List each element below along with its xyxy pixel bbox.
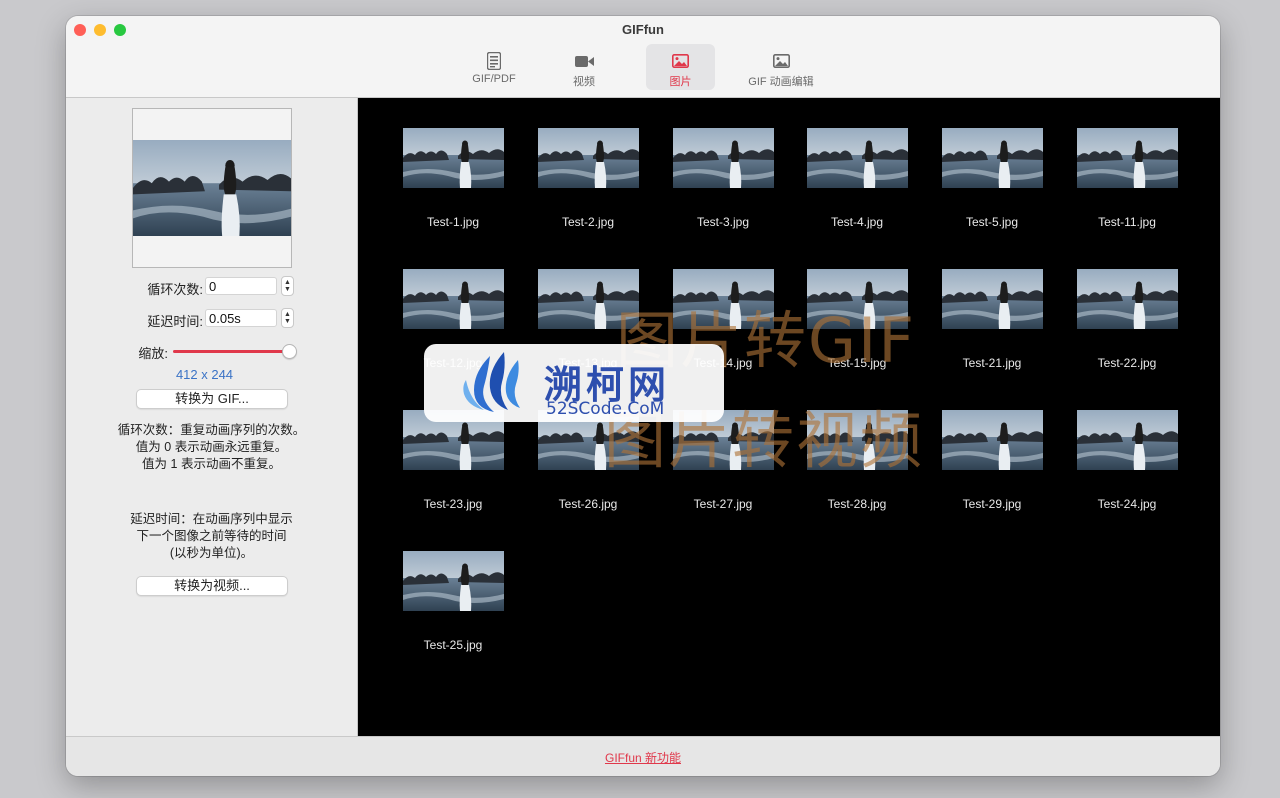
help-line: (以秒为单位)。: [169, 546, 254, 560]
thumbnail-filename: Test-4.jpg: [830, 215, 884, 229]
chevron-down-icon: ▼: [284, 318, 291, 325]
image-preview: [132, 108, 292, 268]
thumbnail-image: [807, 128, 908, 188]
convert-to-video-button[interactable]: 转换为视频...: [136, 576, 288, 596]
image-thumbnail[interactable]: Test-3.jpg: [663, 98, 783, 229]
scale-label: 缩放:: [138, 346, 168, 361]
thumbnail-filename: Test-22.jpg: [1097, 356, 1157, 370]
thumbnail-filename: Test-27.jpg: [693, 497, 753, 511]
delay-time-label: 延迟时间:: [147, 314, 203, 329]
thumbnail-filename: Test-29.jpg: [962, 497, 1022, 511]
delay-time-stepper[interactable]: ▲ ▼: [281, 308, 294, 328]
thumbnail-filename: Test-3.jpg: [696, 215, 750, 229]
document-icon: [487, 51, 501, 71]
thumbnail-filename: Test-21.jpg: [962, 356, 1022, 370]
help-line: 循环次数：重复动画序列的次数。: [117, 423, 306, 437]
thumbnail-filename: Test-25.jpg: [423, 638, 483, 652]
thumbnail-image: [1077, 128, 1178, 188]
help-line: 值为 1 表示动画不重复。: [142, 457, 281, 471]
image-thumbnail[interactable]: Test-2.jpg: [528, 98, 648, 229]
thumbnail-filename: Test-1.jpg: [426, 215, 480, 229]
watermark-subtitle: 52SCode.CoM: [546, 399, 665, 419]
tab-gif-editor[interactable]: GIF 动画编辑: [742, 44, 820, 90]
tab-label: 视频: [573, 76, 595, 88]
image-icon: [772, 51, 790, 71]
tab-label: 图片: [669, 76, 692, 88]
image-thumbnail[interactable]: Test-21.jpg: [932, 239, 1052, 370]
help-line: 延迟时间：在动画序列中显示: [130, 512, 293, 526]
window-title: GIFfun: [622, 22, 664, 37]
tab-images[interactable]: 图片: [646, 44, 715, 90]
thumbnail-image: [673, 128, 774, 188]
convert-to-gif-button[interactable]: 转换为 GIF...: [136, 389, 288, 409]
thumbnail-filename: Test-11.jpg: [1098, 215, 1156, 229]
image-dimensions: 412 x 244: [175, 367, 234, 382]
image-thumbnail[interactable]: Test-1.jpg: [393, 98, 513, 229]
loop-help-text: 循环次数：重复动画序列的次数。 值为 0 表示动画永远重复。 值为 1 表示动画…: [66, 422, 357, 473]
thumbnail-filename: Test-23.jpg: [423, 497, 483, 511]
image-thumbnail[interactable]: Test-22.jpg: [1067, 239, 1187, 370]
loop-count-input[interactable]: 0: [205, 277, 277, 295]
thumbnail-image: [1077, 269, 1178, 329]
delay-help-text: 延迟时间：在动画序列中显示 下一个图像之前等待的时间 (以秒为单位)。: [66, 511, 357, 562]
thumbnail-image: [403, 551, 504, 611]
tab-label: GIF 动画编辑: [748, 76, 814, 88]
help-line: 值为 0 表示动画永远重复。: [135, 440, 288, 454]
thumbnail-image: [942, 410, 1043, 470]
image-thumbnail[interactable]: Test-24.jpg: [1067, 380, 1187, 511]
help-line: 下一个图像之前等待的时间: [136, 529, 287, 543]
footer-bar: GIFfun 新功能: [66, 736, 1220, 776]
thumbnail-image: [538, 128, 639, 188]
image-thumbnail[interactable]: Test-4.jpg: [797, 98, 917, 229]
whats-new-link[interactable]: GIFfun 新功能: [66, 749, 1220, 766]
chevron-up-icon: ▲: [284, 311, 291, 318]
thumbnail-image: [942, 269, 1043, 329]
preview-photo: [133, 140, 291, 236]
tab-video[interactable]: 视频: [556, 44, 612, 90]
titlebar: GIFfun GIF/PDF 视频 图片 GIF 动画编辑: [66, 16, 1220, 98]
image-thumbnail[interactable]: Test-12.jpg: [393, 239, 513, 370]
thumbnail-image: [1077, 410, 1178, 470]
thumbnail-image: [942, 128, 1043, 188]
thumbnail-filename: Test-5.jpg: [965, 215, 1019, 229]
loop-count-stepper[interactable]: ▲ ▼: [281, 276, 294, 296]
thumbnail-image: [403, 128, 504, 188]
delay-time-input[interactable]: 0.05s: [205, 309, 277, 327]
scale-slider-track[interactable]: [173, 350, 285, 353]
thumbnail-image: [403, 269, 504, 329]
scale-slider-knob[interactable]: [282, 344, 297, 359]
image-thumbnail[interactable]: Test-25.jpg: [393, 521, 513, 652]
thumbnail-filename: Test-28.jpg: [827, 497, 887, 511]
flame-logo-icon: [463, 352, 520, 412]
chevron-down-icon: ▼: [284, 286, 291, 293]
thumbnail-filename: Test-26.jpg: [558, 497, 618, 511]
image-icon: [672, 51, 689, 71]
thumbnail-filename: Test-2.jpg: [561, 215, 615, 229]
chevron-up-icon: ▲: [284, 279, 291, 286]
loop-count-label: 循环次数:: [147, 282, 203, 297]
tab-gif-pdf[interactable]: GIF/PDF: [461, 44, 527, 90]
tab-label: GIF/PDF: [472, 73, 516, 85]
delay-time-row: 延迟时间: 0.05s ▲ ▼: [66, 308, 357, 330]
video-camera-icon: [574, 51, 594, 71]
image-thumbnail[interactable]: Test-5.jpg: [932, 98, 1052, 229]
image-thumbnail[interactable]: Test-11.jpg: [1067, 98, 1187, 229]
watermark-badge: 溯柯网 52SCode.CoM: [424, 344, 724, 422]
image-thumbnail[interactable]: Test-29.jpg: [932, 380, 1052, 511]
thumbnail-filename: Test-24.jpg: [1097, 497, 1157, 511]
loop-count-row: 循环次数: 0 ▲ ▼: [66, 276, 357, 298]
settings-sidebar: 循环次数: 0 ▲ ▼ 延迟时间: 0.05s ▲ ▼ 缩放: 412 x 244 …: [66, 98, 358, 736]
